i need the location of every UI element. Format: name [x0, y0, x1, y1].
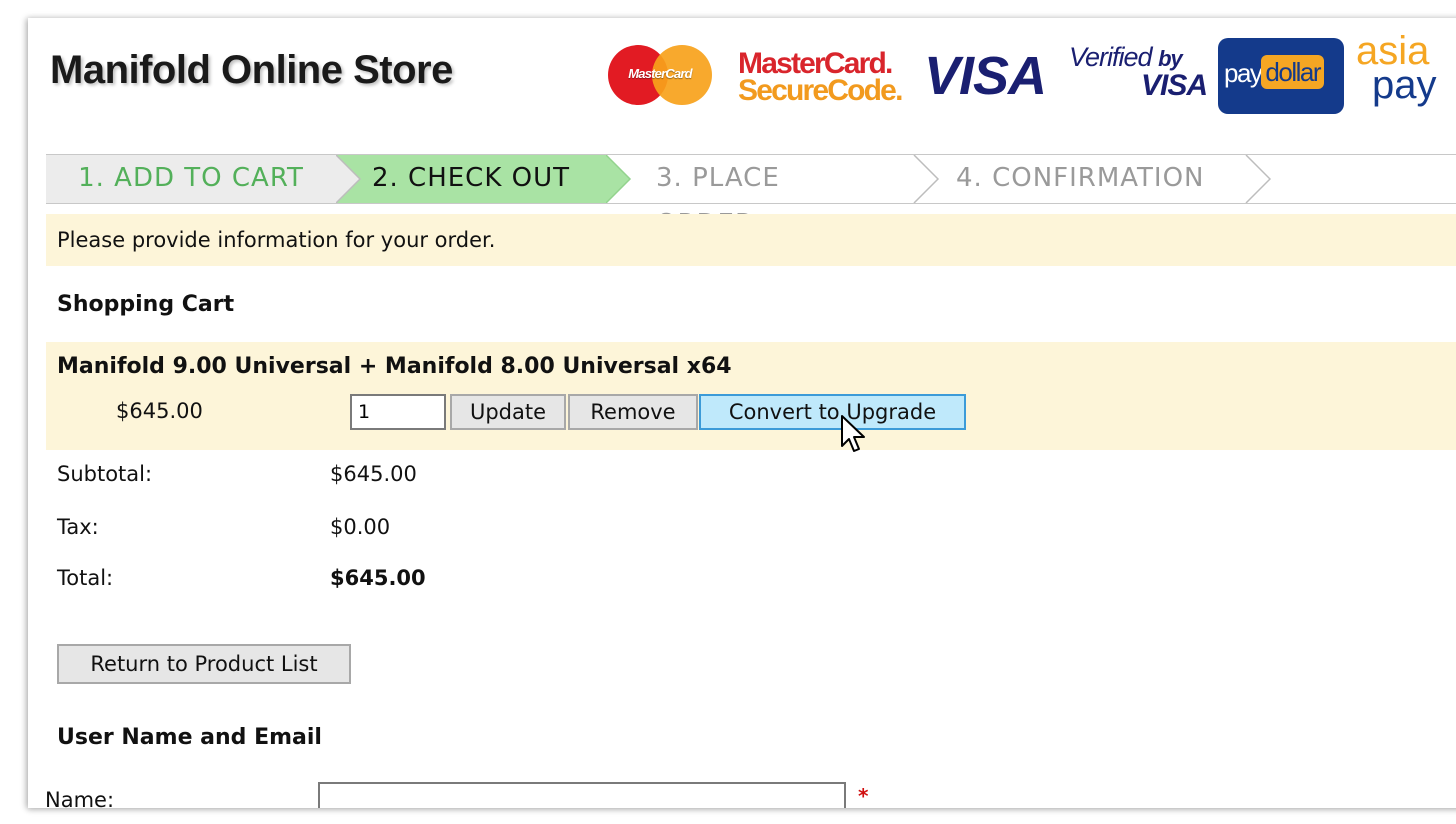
required-marker: *	[858, 784, 869, 808]
info-message: Please provide information for your orde…	[46, 214, 1456, 266]
step-chevron-icon	[606, 155, 632, 203]
name-input[interactable]	[318, 782, 846, 808]
quantity-input[interactable]	[350, 394, 446, 430]
cart-item-price: $645.00	[116, 399, 203, 423]
verified-by-text: by	[1158, 46, 1183, 71]
step-chevron-icon	[336, 155, 362, 203]
verified-visa-text: VISA	[1140, 69, 1208, 102]
step-add-to-cart[interactable]: 1. ADD TO CART	[46, 155, 336, 203]
step-chevron-icon	[913, 155, 940, 203]
subtotal-label: Subtotal:	[57, 462, 153, 486]
visa-logo: VISA	[924, 46, 1047, 106]
mastercard-logo-text: MasterCard	[628, 66, 692, 81]
checkout-page: Manifold Online Store MasterCard MasterC…	[28, 18, 1456, 808]
verified-by-visa-logo: Verified by VISA	[1069, 42, 1208, 102]
paydollar-logo: pay dollar	[1218, 38, 1344, 114]
tax-label: Tax:	[57, 515, 99, 539]
total-label: Total:	[57, 566, 114, 590]
total-value: $645.00	[330, 566, 426, 590]
convert-to-upgrade-button[interactable]: Convert to Upgrade	[699, 394, 966, 430]
subtotal-value: $645.00	[330, 462, 417, 486]
cart-item-name: Manifold 9.00 Universal + Manifold 8.00 …	[57, 354, 732, 379]
store-title: Manifold Online Store	[50, 48, 453, 92]
cart-item-row: Manifold 9.00 Universal + Manifold 8.00 …	[46, 342, 1456, 450]
securecode-line2: SecureCode.	[738, 74, 903, 107]
name-label: Name:	[45, 788, 115, 808]
step-check-out[interactable]: 2. CHECK OUT	[336, 155, 606, 203]
mastercard-securecode-logo: MasterCard. SecureCode.	[738, 47, 903, 107]
asiapay-logo: asia pay	[1356, 31, 1437, 107]
step-chevron-icon	[1245, 155, 1272, 203]
user-section-heading: User Name and Email	[57, 725, 322, 750]
shopping-cart-heading: Shopping Cart	[57, 292, 235, 317]
step-place-order[interactable]: 3. PLACE ORDER	[656, 155, 884, 239]
step-confirmation[interactable]: 4. CONFIRMATION	[956, 155, 1236, 203]
mastercard-logo: MasterCard	[608, 45, 714, 107]
paydollar-pay-text: pay	[1224, 58, 1263, 88]
remove-button[interactable]: Remove	[568, 394, 698, 430]
paydollar-dollar-text: dollar	[1261, 55, 1325, 89]
securecode-line1: MasterCard.	[738, 47, 893, 80]
tax-value: $0.00	[330, 515, 391, 539]
return-to-product-list-button[interactable]: Return to Product List	[57, 644, 351, 684]
asiapay-bottom-text: pay	[1372, 63, 1437, 107]
checkout-steps: 1. ADD TO CART 2. CHECK OUT 3. PLACE ORD…	[46, 154, 1456, 239]
mouse-cursor-icon	[841, 415, 865, 452]
verified-text: Verified	[1069, 42, 1153, 72]
update-button[interactable]: Update	[450, 394, 566, 430]
